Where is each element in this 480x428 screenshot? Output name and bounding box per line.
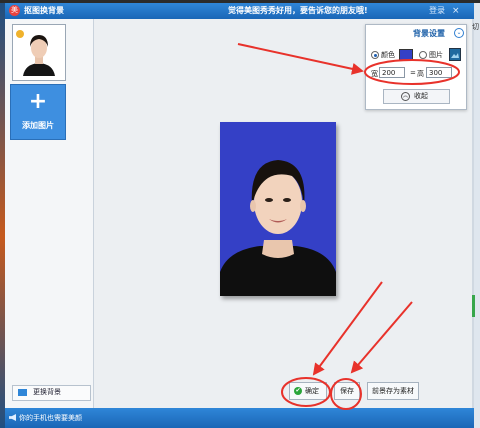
add-icon: + (28, 89, 48, 114)
width-input[interactable]: 200 (379, 67, 405, 78)
collapse-button[interactable]: ︽ 收起 (383, 89, 450, 104)
color-radio[interactable] (371, 51, 379, 59)
ratio-separator: = (410, 69, 416, 77)
settings-title: 背景设置 (413, 29, 445, 38)
save-foreground-as-material-button[interactable]: 前景存为素材 (367, 382, 419, 400)
speaker-icon (9, 414, 16, 421)
side-green-marker (472, 295, 475, 317)
height-label: 高 (417, 70, 424, 78)
settings-collapse-icon[interactable]: ⌄ (454, 28, 464, 38)
desktop-right-strip (474, 3, 480, 428)
image-icon[interactable] (449, 48, 461, 61)
color-radio-label[interactable]: 颜色 (381, 50, 395, 60)
color-swatch[interactable] (399, 49, 413, 61)
editing-canvas: 背景设置 ⌄ 颜色 图片 宽 200 = 高 300 ︽ 收起 ✔ 确定 保存 … (94, 19, 472, 408)
save-label: 保存 (340, 387, 354, 395)
thumbnail-photo (17, 29, 61, 76)
collapse-label: 收起 (414, 92, 428, 100)
change-background-icon (18, 389, 27, 396)
change-background-label: 更换背景 (33, 388, 61, 396)
image-thumbnail[interactable] (12, 24, 66, 81)
close-icon[interactable]: × (452, 7, 460, 16)
status-message[interactable]: 你的手机也需要美颜 (19, 413, 82, 423)
login-link[interactable]: 登录 (429, 5, 445, 16)
selected-badge-icon (16, 30, 24, 38)
window-title: 抠图换背景 (24, 6, 64, 15)
image-radio-label[interactable]: 图片 (429, 50, 443, 60)
right-side-panel (472, 19, 474, 408)
status-bar: 你的手机也需要美颜 (5, 408, 474, 428)
confirm-label: 确定 (305, 387, 319, 395)
change-background-button[interactable]: 更换背景 (12, 385, 91, 401)
save-button[interactable]: 保存 (334, 382, 360, 400)
title-bar: 美 抠图换背景 觉得美图秀秀好用，要告诉您的朋友哦! 登录 × (5, 3, 474, 19)
width-label: 宽 (371, 70, 378, 78)
save-foreground-label: 前景存为素材 (372, 387, 414, 395)
collapse-icon: ︽ (401, 92, 410, 101)
promo-text[interactable]: 觉得美图秀秀好用，要告诉您的朋友哦! (228, 5, 368, 16)
add-image-button[interactable]: + 添加图片 (10, 84, 66, 140)
confirm-button[interactable]: ✔ 确定 (289, 382, 327, 400)
portrait-photo (220, 122, 336, 296)
check-icon: ✔ (294, 387, 302, 395)
app-logo-icon: 美 (9, 5, 20, 16)
add-image-label: 添加图片 (22, 121, 54, 130)
background-settings-panel: 背景设置 ⌄ 颜色 图片 宽 200 = 高 300 ︽ 收起 (365, 24, 467, 110)
image-list-panel: + 添加图片 更换背景 (5, 19, 94, 408)
height-input[interactable]: 300 (426, 67, 452, 78)
image-radio[interactable] (419, 51, 427, 59)
side-tab-label[interactable]: 切 (472, 22, 479, 32)
